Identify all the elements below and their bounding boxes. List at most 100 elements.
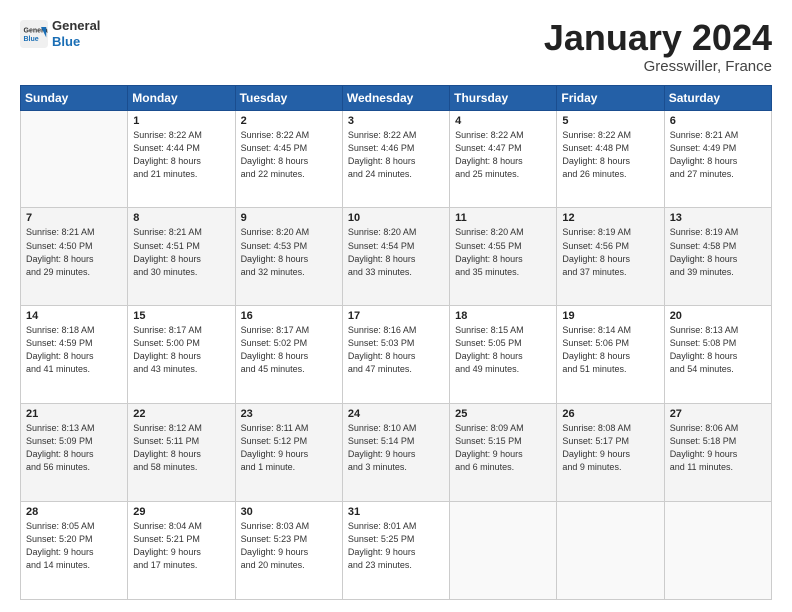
day-info: Sunrise: 8:13 AM Sunset: 5:08 PM Dayligh… (670, 324, 766, 376)
day-info: Sunrise: 8:13 AM Sunset: 5:09 PM Dayligh… (26, 422, 122, 474)
day-number: 25 (455, 408, 551, 420)
calendar-cell: 7 Sunrise: 8:21 AM Sunset: 4:50 PM Daylig… (21, 208, 128, 306)
day-number: 31 (348, 506, 444, 518)
calendar-location: Gresswiller, France (544, 58, 772, 75)
logo: General Blue General Blue (20, 18, 100, 49)
calendar-cell: 11Sunrise: 8:20 AM Sunset: 4:55 PM Dayli… (450, 208, 557, 306)
day-number: 2 (241, 115, 337, 127)
calendar-cell: 23Sunrise: 8:11 AM Sunset: 5:12 PM Dayli… (235, 404, 342, 502)
day-number: 1 (133, 115, 229, 127)
day-info: Sunrise: 8:21 AM Sunset: 4:51 PM Dayligh… (133, 226, 229, 278)
day-number: 14 (26, 310, 122, 322)
col-tuesday: Tuesday (235, 85, 342, 110)
day-number: 30 (241, 506, 337, 518)
day-info: Sunrise: 8:22 AM Sunset: 4:48 PM Dayligh… (562, 129, 658, 181)
calendar-cell: 13 Sunrise: 8:19 AM Sunset: 4:58 PM Dayli… (664, 208, 771, 306)
day-number: 3 (348, 115, 444, 127)
calendar-cell: 8 Sunrise: 8:21 AM Sunset: 4:51 PM Daylig… (128, 208, 235, 306)
header-row: Sunday Monday Tuesday Wednesday Thursday… (21, 85, 772, 110)
calendar-cell: 14 Sunrise: 8:18 AM Sunset: 4:59 PM Dayli… (21, 306, 128, 404)
calendar-week-1: 1Sunrise: 8:22 AM Sunset: 4:44 PM Daylig… (21, 110, 772, 208)
calendar-week-4: 21 Sunrise: 8:13 AM Sunset: 5:09 PM Dayli… (21, 404, 772, 502)
col-friday: Friday (557, 85, 664, 110)
calendar-cell: 15 Sunrise: 8:17 AM Sunset: 5:00 PM Dayli… (128, 306, 235, 404)
day-info: Sunrise: 8:04 AM Sunset: 5:21 PM Dayligh… (133, 520, 229, 572)
calendar-cell: 2 Sunrise: 8:22 AM Sunset: 4:45 PM Daylig… (235, 110, 342, 208)
day-info: Sunrise: 8:22 AM Sunset: 4:46 PM Dayligh… (348, 129, 444, 181)
day-info: Sunrise: 8:05 AM Sunset: 5:20 PM Dayligh… (26, 520, 122, 572)
day-number: 7 (26, 212, 122, 224)
day-info: Sunrise: 8:22 AM Sunset: 4:47 PM Dayligh… (455, 129, 551, 181)
calendar-cell (557, 502, 664, 600)
day-number: 9 (241, 212, 337, 224)
day-info: Sunrise: 8:03 AM Sunset: 5:23 PM Dayligh… (241, 520, 337, 572)
calendar-cell: 1Sunrise: 8:22 AM Sunset: 4:44 PM Daylig… (128, 110, 235, 208)
day-info: Sunrise: 8:12 AM Sunset: 5:11 PM Dayligh… (133, 422, 229, 474)
day-info: Sunrise: 8:01 AM Sunset: 5:25 PM Dayligh… (348, 520, 444, 572)
day-info: Sunrise: 8:21 AM Sunset: 4:50 PM Dayligh… (26, 226, 122, 278)
svg-text:Blue: Blue (24, 36, 39, 43)
day-number: 19 (562, 310, 658, 322)
day-info: Sunrise: 8:19 AM Sunset: 4:56 PM Dayligh… (562, 226, 658, 278)
day-number: 15 (133, 310, 229, 322)
col-monday: Monday (128, 85, 235, 110)
calendar-cell: 12 Sunrise: 8:19 AM Sunset: 4:56 PM Dayli… (557, 208, 664, 306)
day-number: 4 (455, 115, 551, 127)
calendar-cell: 29 Sunrise: 8:04 AM Sunset: 5:21 PM Dayli… (128, 502, 235, 600)
day-info: Sunrise: 8:17 AM Sunset: 5:02 PM Dayligh… (241, 324, 337, 376)
calendar-week-2: 7 Sunrise: 8:21 AM Sunset: 4:50 PM Daylig… (21, 208, 772, 306)
calendar-cell: 25Sunrise: 8:09 AM Sunset: 5:15 PM Dayli… (450, 404, 557, 502)
day-number: 28 (26, 506, 122, 518)
calendar-cell (664, 502, 771, 600)
col-sunday: Sunday (21, 85, 128, 110)
day-number: 20 (670, 310, 766, 322)
day-number: 16 (241, 310, 337, 322)
calendar-cell: 10Sunrise: 8:20 AM Sunset: 4:54 PM Dayli… (342, 208, 449, 306)
day-number: 27 (670, 408, 766, 420)
day-info: Sunrise: 8:18 AM Sunset: 4:59 PM Dayligh… (26, 324, 122, 376)
day-info: Sunrise: 8:22 AM Sunset: 4:45 PM Dayligh… (241, 129, 337, 181)
title-block: January 2024 Gresswiller, France (544, 18, 772, 75)
calendar-cell: 9Sunrise: 8:20 AM Sunset: 4:53 PM Daylig… (235, 208, 342, 306)
day-number: 10 (348, 212, 444, 224)
day-number: 5 (562, 115, 658, 127)
day-info: Sunrise: 8:16 AM Sunset: 5:03 PM Dayligh… (348, 324, 444, 376)
calendar-cell: 27Sunrise: 8:06 AM Sunset: 5:18 PM Dayli… (664, 404, 771, 502)
day-info: Sunrise: 8:15 AM Sunset: 5:05 PM Dayligh… (455, 324, 551, 376)
day-info: Sunrise: 8:14 AM Sunset: 5:06 PM Dayligh… (562, 324, 658, 376)
day-info: Sunrise: 8:21 AM Sunset: 4:49 PM Dayligh… (670, 129, 766, 181)
calendar-cell: 30 Sunrise: 8:03 AM Sunset: 5:23 PM Dayli… (235, 502, 342, 600)
calendar-cell: 19 Sunrise: 8:14 AM Sunset: 5:06 PM Dayli… (557, 306, 664, 404)
calendar-week-5: 28 Sunrise: 8:05 AM Sunset: 5:20 PM Dayli… (21, 502, 772, 600)
header: General Blue General Blue January 2024 G… (20, 18, 772, 75)
calendar-cell (21, 110, 128, 208)
col-wednesday: Wednesday (342, 85, 449, 110)
day-number: 29 (133, 506, 229, 518)
calendar-cell: 31 Sunrise: 8:01 AM Sunset: 5:25 PM Dayli… (342, 502, 449, 600)
day-info: Sunrise: 8:19 AM Sunset: 4:58 PM Dayligh… (670, 226, 766, 278)
day-number: 12 (562, 212, 658, 224)
page: General Blue General Blue January 2024 G… (0, 0, 792, 612)
day-number: 18 (455, 310, 551, 322)
calendar-title: January 2024 (544, 18, 772, 58)
day-info: Sunrise: 8:08 AM Sunset: 5:17 PM Dayligh… (562, 422, 658, 474)
calendar-cell: 26Sunrise: 8:08 AM Sunset: 5:17 PM Dayli… (557, 404, 664, 502)
day-number: 23 (241, 408, 337, 420)
calendar-cell: 24Sunrise: 8:10 AM Sunset: 5:14 PM Dayli… (342, 404, 449, 502)
day-number: 22 (133, 408, 229, 420)
day-number: 8 (133, 212, 229, 224)
day-number: 6 (670, 115, 766, 127)
calendar-cell: 17Sunrise: 8:16 AM Sunset: 5:03 PM Dayli… (342, 306, 449, 404)
day-info: Sunrise: 8:17 AM Sunset: 5:00 PM Dayligh… (133, 324, 229, 376)
col-saturday: Saturday (664, 85, 771, 110)
day-number: 13 (670, 212, 766, 224)
calendar-week-3: 14 Sunrise: 8:18 AM Sunset: 4:59 PM Dayli… (21, 306, 772, 404)
col-thursday: Thursday (450, 85, 557, 110)
calendar-cell: 5 Sunrise: 8:22 AM Sunset: 4:48 PM Daylig… (557, 110, 664, 208)
logo-general-text: General (52, 18, 100, 34)
calendar-cell (450, 502, 557, 600)
calendar-cell: 28 Sunrise: 8:05 AM Sunset: 5:20 PM Dayli… (21, 502, 128, 600)
calendar-cell: 6 Sunrise: 8:21 AM Sunset: 4:49 PM Daylig… (664, 110, 771, 208)
day-info: Sunrise: 8:20 AM Sunset: 4:55 PM Dayligh… (455, 226, 551, 278)
day-number: 21 (26, 408, 122, 420)
